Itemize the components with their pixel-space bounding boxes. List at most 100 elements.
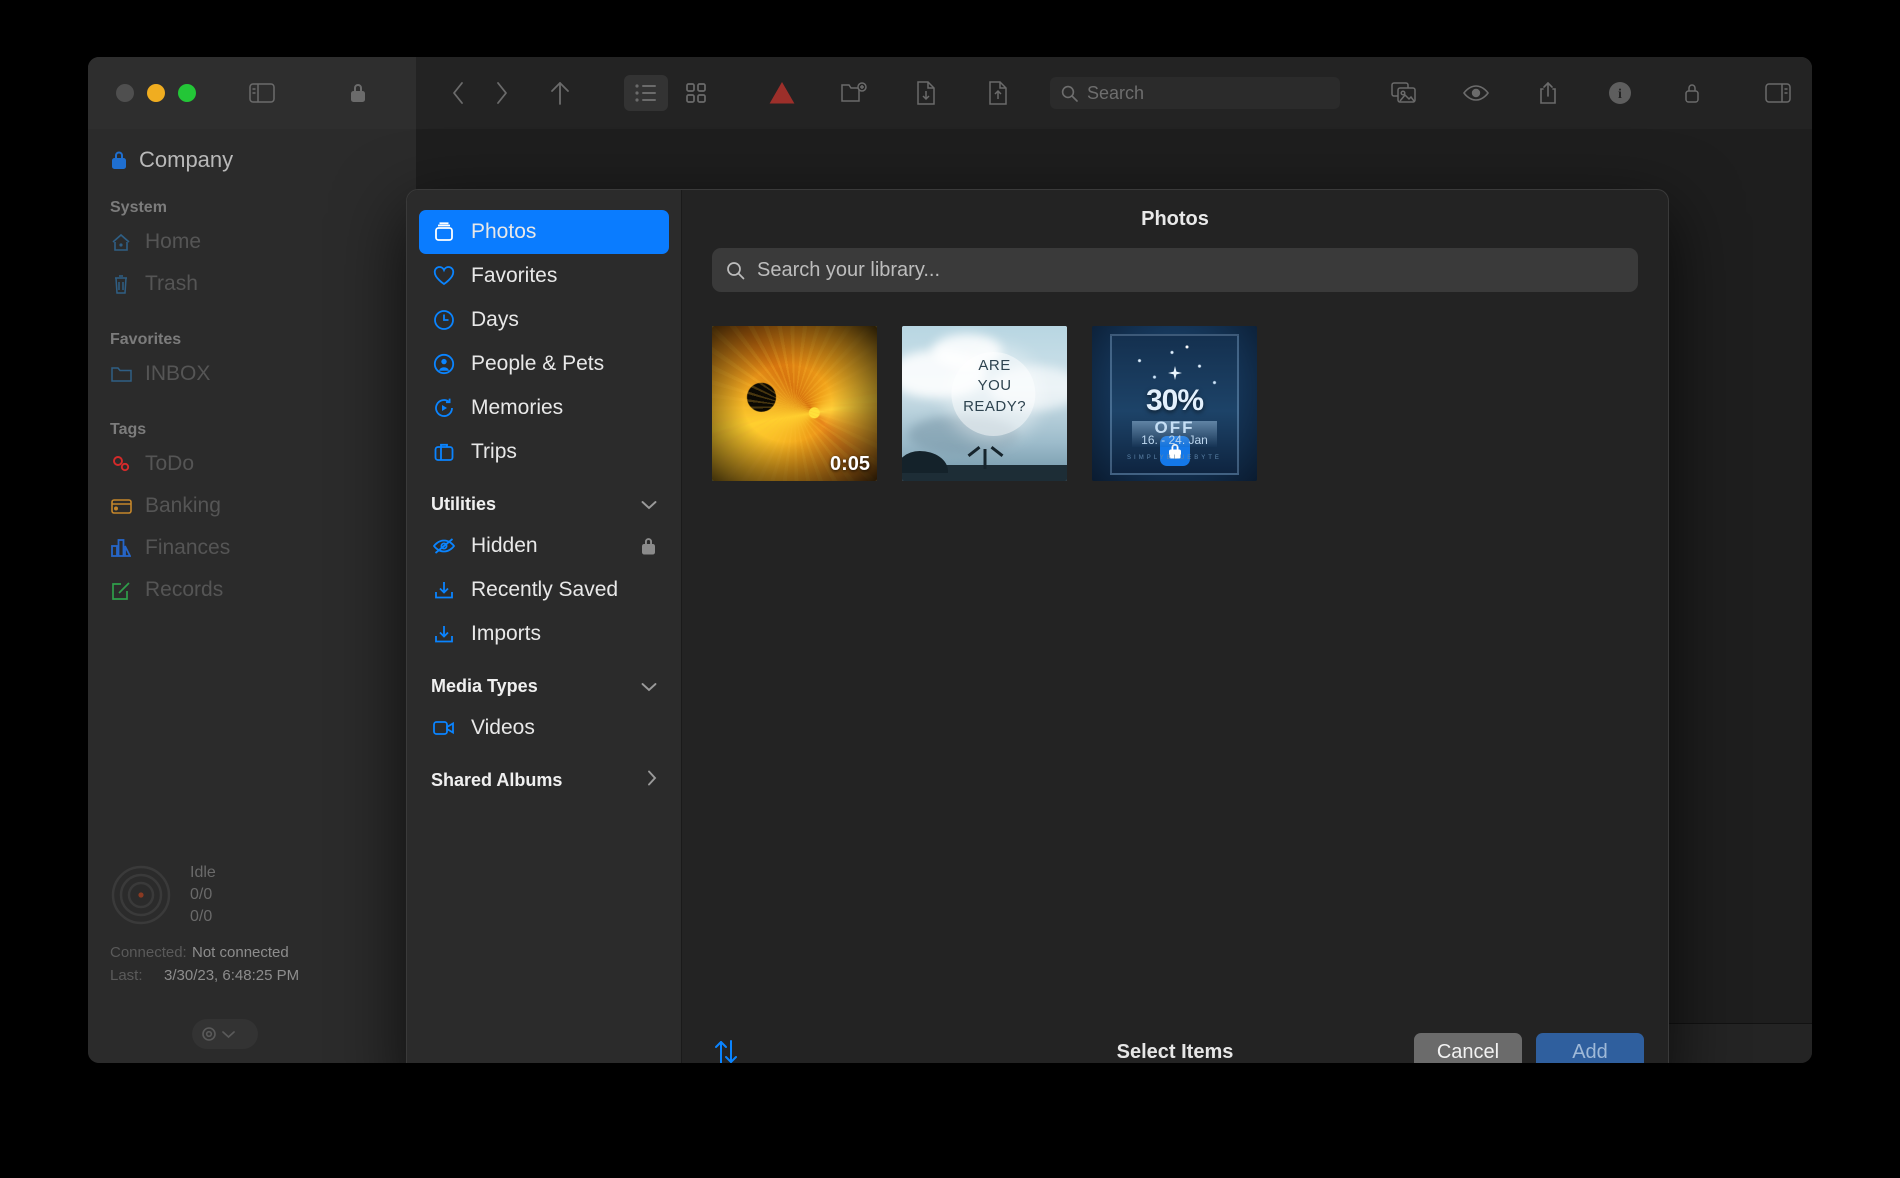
photos-sidebar-item-recently-saved[interactable]: Recently Saved [419, 568, 669, 612]
last-sync-row: Last: 3/30/23, 6:48:25 PM [110, 964, 416, 987]
poster-frame: 30% OFF 16. - 24. Jan SIMPLYBLUEBYTE [1110, 334, 1239, 475]
app-sidebar: Company System Home Trash Favorites INBO… [88, 129, 416, 1063]
save-down-icon [431, 621, 457, 647]
photos-sidebar-item-imports[interactable]: Imports [419, 612, 669, 656]
sort-arrows-icon[interactable] [706, 1032, 746, 1063]
grid-view-icon[interactable] [674, 75, 718, 111]
sidebar-item-label: Finances [145, 536, 231, 559]
person-icon [431, 351, 457, 377]
overlay-line-3: READY? [963, 397, 1027, 415]
photos-sidebar-item-favorites[interactable]: Favorites [419, 254, 669, 298]
heart-icon [431, 263, 457, 289]
footer-buttons: Cancel Add [1414, 1033, 1644, 1063]
photos-sidebar-label: Days [471, 308, 519, 331]
discount-percent: 30% [1145, 384, 1204, 417]
thumbnail-overlay-text: ARE YOU READY? [963, 356, 1026, 417]
photos-sidebar-item-people-pets[interactable]: People & Pets [419, 342, 669, 386]
promo-brand: SIMPLYBLUEBYTE [1127, 455, 1222, 461]
forward-icon[interactable] [480, 75, 524, 111]
sidebar-item-label: Home [145, 230, 202, 253]
connected-value: Not connected [192, 943, 289, 961]
lock-toolbar-icon[interactable] [1670, 75, 1714, 111]
gears-icon [110, 453, 132, 475]
sync-count-a: 0/0 [190, 886, 213, 904]
photos-sidebar-label: People & Pets [471, 352, 605, 375]
upload-file-icon[interactable] [976, 75, 1020, 111]
photos-sidebar-item-days[interactable]: Days [419, 298, 669, 342]
photos-sidebar-label: Imports [471, 622, 542, 645]
overlay-line-2: YOU [977, 377, 1012, 395]
photos-sidebar-item-hidden[interactable]: Hidden [419, 524, 669, 568]
sidebar-header[interactable]: Company [88, 129, 416, 173]
photos-sidebar: Photos Favorites Days People & Pets Memo… [407, 190, 682, 1063]
library-search-placeholder: Search your library... [757, 258, 941, 281]
close-button[interactable] [116, 84, 134, 102]
photo-thumbnail-fractal-video[interactable]: 0:05 [712, 326, 877, 481]
person-silhouette [983, 449, 986, 469]
sidebar-item-home[interactable]: Home [88, 221, 416, 263]
lock-icon [110, 150, 128, 171]
chevron-down-icon[interactable] [641, 676, 657, 697]
photos-sidebar-item-trips[interactable]: Trips [419, 430, 669, 474]
lock-icon[interactable] [336, 75, 380, 111]
up-icon[interactable] [538, 75, 582, 111]
minimize-button[interactable] [147, 84, 165, 102]
settings-menu-button[interactable] [192, 1019, 258, 1049]
eye-icon[interactable] [1454, 75, 1498, 111]
search-icon [727, 261, 745, 279]
photos-sidebar-group-utilities[interactable]: Utilities [419, 484, 669, 524]
library-search-field[interactable]: Search your library... [712, 248, 1638, 292]
download-file-icon[interactable] [904, 75, 948, 111]
photos-sidebar-label: Hidden [471, 534, 538, 557]
sidebar-item-banking[interactable]: Banking [88, 485, 416, 527]
warning-icon[interactable] [760, 75, 804, 111]
cancel-button[interactable]: Cancel [1414, 1033, 1522, 1063]
new-folder-icon[interactable] [832, 75, 876, 111]
sidebar-toggle-icon[interactable] [240, 75, 284, 111]
share-icon[interactable] [1526, 75, 1570, 111]
toolbar-search-placeholder: Search [1087, 82, 1145, 103]
connected-label: Connected: [110, 943, 187, 961]
back-icon[interactable] [436, 75, 480, 111]
sidebar-item-trash[interactable]: Trash [88, 263, 416, 305]
info-icon[interactable]: i [1598, 75, 1642, 111]
photos-sidebar-label: Videos [471, 716, 535, 739]
sidebar-item-todo[interactable]: ToDo [88, 443, 416, 485]
lock-icon [640, 536, 657, 556]
hidden-eye-icon [431, 533, 457, 559]
trips-icon [431, 439, 457, 465]
last-value: 3/30/23, 6:48:25 PM [164, 966, 300, 984]
titlebar: Search i [88, 57, 1812, 129]
photo-thumbnail-are-you-ready[interactable]: ARE YOU READY? [902, 326, 1067, 481]
photos-sidebar-group-shared-albums[interactable]: Shared Albums [419, 760, 669, 800]
card-icon [110, 495, 132, 517]
toolbar-search-field[interactable]: Search [1050, 77, 1340, 109]
photos-sidebar-label: Favorites [471, 264, 558, 287]
chevron-right-icon[interactable] [647, 770, 657, 791]
photos-sidebar-group-media-types[interactable]: Media Types [419, 666, 669, 706]
sidebar-item-records[interactable]: Records [88, 569, 416, 611]
overlay-line-1: ARE [978, 357, 1011, 374]
list-view-icon[interactable] [624, 75, 668, 111]
photos-dialog-footer: Select Items Cancel Add [682, 1013, 1668, 1063]
sidebar-item-finances[interactable]: Finances [88, 527, 416, 569]
search-icon [1061, 85, 1078, 102]
video-duration-badge: 0:05 [829, 453, 870, 475]
compose-icon [110, 579, 132, 601]
photos-sidebar-item-memories[interactable]: Memories [419, 386, 669, 430]
photos-sidebar-item-videos[interactable]: Videos [419, 706, 669, 750]
photos-grid: 0:05 ARE YOU READY? 30% 16. - 24. Jan SI… [682, 292, 1668, 1013]
photos-sidebar-group-label: Utilities [431, 493, 497, 514]
chart-icon [110, 537, 132, 559]
media-icon[interactable] [1382, 75, 1426, 111]
inspector-toggle-icon[interactable] [1756, 75, 1800, 111]
clock-icon [431, 307, 457, 333]
sync-count-b: 0/0 [190, 908, 213, 926]
sidebar-item-inbox[interactable]: INBOX [88, 353, 416, 395]
maximize-button[interactable] [178, 84, 196, 102]
photos-sidebar-item-photos[interactable]: Photos [419, 210, 669, 254]
sparkle-icon [1167, 366, 1182, 380]
add-button[interactable]: Add [1536, 1033, 1644, 1063]
chevron-down-icon[interactable] [641, 494, 657, 515]
photo-thumbnail-discount-poster[interactable]: 30% OFF 16. - 24. Jan SIMPLYBLUEBYTE [1092, 326, 1257, 481]
